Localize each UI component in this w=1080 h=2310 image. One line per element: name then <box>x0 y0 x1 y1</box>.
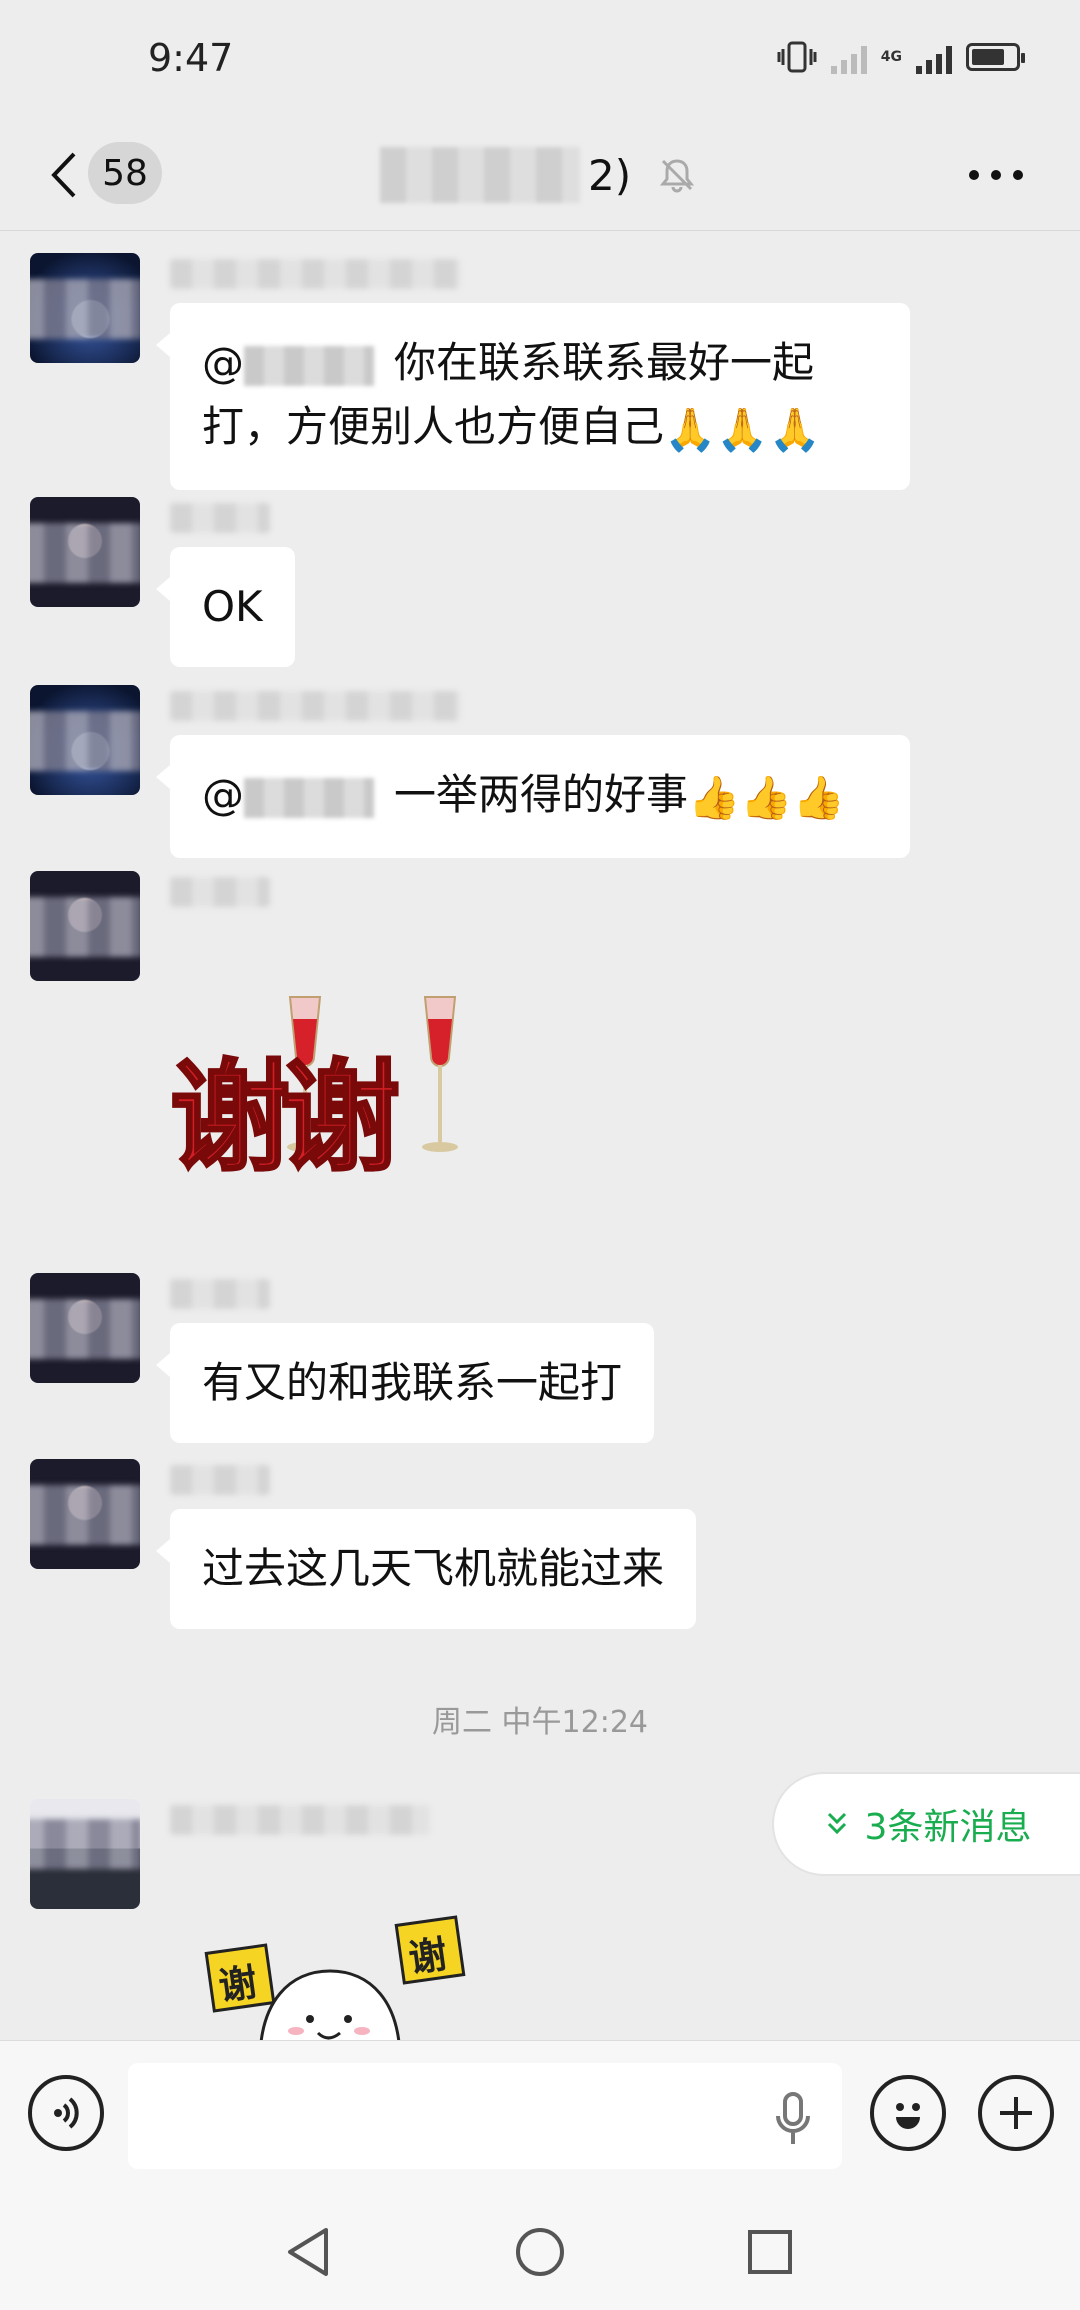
sender-name-blurred <box>170 1805 430 1835</box>
chevron-left-icon <box>51 152 76 198</box>
avatar[interactable] <box>30 1799 140 1909</box>
mic-icon <box>776 2092 810 2144</box>
message-text-line2: 打，方便别人也方便自己 <box>202 402 665 451</box>
message-bubble[interactable]: 过去这几天飞机就能过来 <box>155 1509 697 1629</box>
thanks-ghost-sticker[interactable]: 谢 谢 <box>200 1911 480 2040</box>
voice-button[interactable] <box>28 2075 104 2151</box>
back-button[interactable] <box>38 140 88 210</box>
title-blurred-name <box>380 147 580 203</box>
vibrate-icon <box>777 40 817 74</box>
mention-at: @ <box>202 770 244 819</box>
message-text: 你在联系联系最好一起 <box>394 338 815 387</box>
title-member-count: 2) <box>588 150 632 200</box>
circle-home-icon <box>516 2228 564 2276</box>
thanks-cheers-sticker[interactable]: 谢谢 <box>169 989 480 1209</box>
message-input[interactable] <box>128 2063 842 2169</box>
status-time: 9:47 <box>148 36 234 80</box>
message-text: 一举两得的好事 <box>394 770 689 819</box>
sender-name-blurred <box>170 691 460 721</box>
mic-button[interactable] <box>770 2091 816 2147</box>
signal-sim2-icon <box>916 40 952 74</box>
plus-icon <box>1000 2097 1032 2129</box>
smile-icon <box>896 2103 920 2129</box>
mention-name-blurred <box>244 345 374 386</box>
sender-name-blurred <box>170 1279 270 1309</box>
avatar[interactable] <box>30 1459 140 1569</box>
system-nav-bar <box>0 2190 1080 2310</box>
mention-at: @ <box>202 338 244 387</box>
message-bubble[interactable]: @ 一举两得的好事👍👍👍 <box>156 735 910 858</box>
sticker-text: 谢谢 <box>170 1049 398 1188</box>
chat-title[interactable]: 2) <box>380 140 697 210</box>
bell-off-icon <box>657 155 697 195</box>
emoji-button[interactable] <box>870 2075 946 2151</box>
sender-name-blurred <box>170 1465 270 1495</box>
battery-icon <box>966 43 1025 71</box>
unread-badge[interactable]: 58 <box>88 142 162 204</box>
message-bubble[interactable]: @ 你在联系联系最好一起 打，方便别人也方便自己🙏🙏🙏 <box>156 303 910 490</box>
triangle-back-icon <box>288 2228 328 2276</box>
sender-name-blurred <box>170 877 270 907</box>
avatar[interactable] <box>30 685 140 795</box>
sender-name-blurred <box>170 259 460 289</box>
nav-home-button[interactable] <box>512 2224 568 2280</box>
input-bar <box>0 2040 1080 2191</box>
nav-back-button[interactable] <box>280 2224 336 2280</box>
avatar[interactable] <box>30 497 140 607</box>
status-bar: 9:47 4G <box>0 0 1080 120</box>
time-divider: 周二 中午12:24 <box>432 1705 648 1740</box>
avatar[interactable] <box>30 871 140 981</box>
status-icons: 4G <box>777 40 1025 74</box>
voice-icon <box>54 2097 79 2129</box>
pray-emoji-icon: 🙏🙏🙏 <box>664 404 821 454</box>
new-messages-label: 3条新消息 <box>864 1807 1032 1848</box>
chat-header: 58 2) <box>0 120 1080 231</box>
message-text: OK <box>202 582 263 631</box>
avatar[interactable] <box>30 1273 140 1383</box>
more-horizontal-icon <box>969 170 1023 180</box>
signal-sim1-icon <box>830 40 867 74</box>
message-text: 有又的和我联系一起打 <box>202 1358 623 1407</box>
thumbs-up-emoji-icon: 👍👍👍 <box>688 772 845 822</box>
more-button[interactable] <box>968 152 1024 198</box>
chat-messages[interactable]: @ 你在联系联系最好一起 打，方便别人也方便自己🙏🙏🙏 OK @ 一举两得的好事👍👍… <box>0 231 1080 2040</box>
message-bubble[interactable]: 有又的和我联系一起打 <box>155 1323 655 1443</box>
avatar[interactable] <box>30 253 140 363</box>
square-recents-icon <box>748 2230 792 2274</box>
mention-name-blurred <box>244 777 374 818</box>
message-text: 过去这几天飞机就能过来 <box>202 1544 665 1593</box>
plus-button[interactable] <box>978 2075 1054 2151</box>
sticker-text-left: 谢 <box>216 1960 260 2009</box>
message-bubble[interactable]: OK <box>156 547 295 667</box>
sticker-text-right: 谢 <box>406 1932 450 1981</box>
double-chevron-down-icon <box>827 1812 846 1835</box>
sender-name-blurred <box>170 503 270 533</box>
network-type: 4G <box>880 49 902 65</box>
nav-recents-button[interactable] <box>742 2224 798 2280</box>
new-messages-button[interactable]: 3条新消息 <box>772 1772 1080 1876</box>
